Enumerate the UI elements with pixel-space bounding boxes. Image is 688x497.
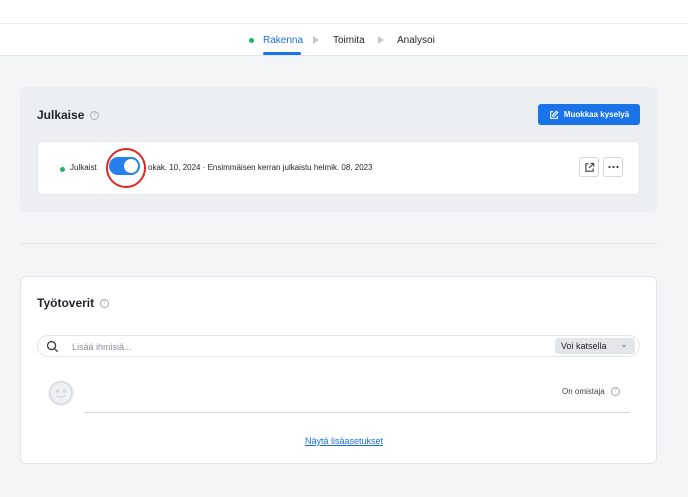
- tab-toimita-label: Toimita: [333, 34, 365, 46]
- edit-survey-button[interactable]: Muokkaa kyselyä: [538, 104, 640, 125]
- status-detail: okak. 10, 2024 · Ensimmäisen kerran julk…: [148, 163, 373, 172]
- permission-select[interactable]: Voi katsella: [555, 338, 635, 354]
- status-label: Julkaist: [70, 163, 97, 172]
- more-options-button[interactable]: [603, 157, 623, 177]
- step-navigation: Rakenna Toimita Analysoi: [0, 24, 688, 56]
- show-more-settings-label: Näytä lisäasetukset: [304, 436, 384, 446]
- publish-toggle[interactable]: [109, 157, 140, 175]
- active-step-dot: [249, 37, 254, 43]
- show-more-settings-link[interactable]: Näytä lisäasetukset: [0, 436, 688, 446]
- help-icon[interactable]: ?: [610, 387, 620, 396]
- collaborators-title: Työtoverit ?: [37, 296, 110, 310]
- step-separator-icon: [313, 36, 319, 44]
- add-people-input[interactable]: [72, 339, 492, 354]
- tab-analysoi-label: Analysoi: [397, 34, 435, 46]
- publish-title-text: Julkaise: [37, 108, 85, 122]
- collaborators-title-text: Työtoverit: [37, 296, 95, 310]
- edit-survey-button-label: Muokkaa kyselyä: [563, 110, 630, 119]
- more-icon: [607, 165, 619, 169]
- publish-status-row: Julkaist okak. 10, 2024 · Ensimmäisen ke…: [37, 141, 640, 195]
- chevron-down-icon: [621, 344, 627, 348]
- top-bar: [0, 0, 688, 24]
- tab-analysoi[interactable]: Analysoi: [397, 24, 435, 56]
- collaborator-divider: [84, 412, 630, 413]
- search-icon: [46, 340, 59, 353]
- active-tab-indicator: [263, 52, 301, 55]
- toggle-knob: [124, 159, 138, 173]
- open-link-button[interactable]: [579, 157, 599, 177]
- owner-role-label: On omistaja: [562, 387, 605, 396]
- help-icon[interactable]: ?: [100, 298, 110, 308]
- permission-select-value: Voi katsella: [561, 341, 607, 351]
- status-text: Julkaist okak. 10, 2024 · Ensimmäisen ke…: [70, 163, 373, 172]
- add-people-search: Voi katsella: [37, 335, 640, 357]
- external-link-icon: [584, 162, 594, 172]
- avatar-icon: [49, 381, 73, 405]
- edit-icon: [549, 109, 559, 119]
- step-separator-icon: [378, 36, 384, 44]
- help-icon[interactable]: ?: [90, 110, 100, 120]
- tab-rakenna-label: Rakenna: [263, 34, 304, 46]
- avatar: [48, 380, 74, 406]
- status-dot: [60, 167, 65, 172]
- publish-title: Julkaise ?: [37, 108, 100, 122]
- tab-toimita[interactable]: Toimita: [333, 24, 365, 56]
- owner-role: On omistaja ?: [562, 387, 620, 396]
- section-divider: [20, 243, 657, 244]
